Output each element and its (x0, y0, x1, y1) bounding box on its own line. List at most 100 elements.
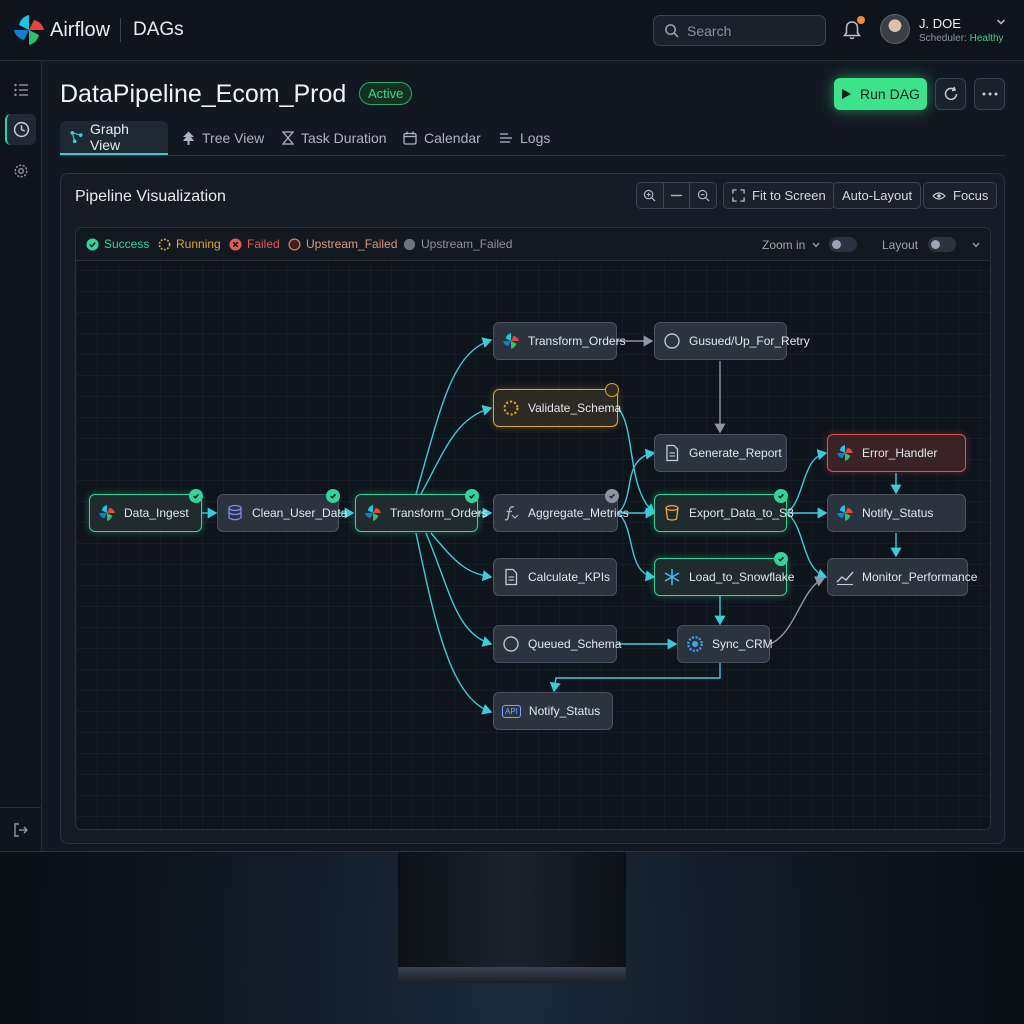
section-title[interactable]: DAGs (133, 19, 184, 41)
sidebar-item-logout[interactable] (5, 814, 36, 845)
tree-icon (183, 131, 194, 145)
queued-circle-icon (503, 636, 519, 652)
sidebar-item-settings[interactable] (5, 155, 36, 186)
run-dag-button[interactable]: Run DAG (834, 78, 927, 110)
task-node-clean-user-data[interactable]: Clean_User_Data (217, 494, 347, 532)
task-node-load-to-snowflake[interactable]: Load_to_Snowflake (654, 558, 794, 596)
tab-tree-view[interactable]: Tree View (172, 121, 274, 155)
tab-label: Graph View (90, 121, 129, 153)
brand-name[interactable]: Airflow (50, 19, 110, 42)
task-label: Export_Data_to_S3 (689, 506, 794, 520)
search-box[interactable] (653, 15, 826, 46)
task-node-sync-crm[interactable]: Sync_CRM (677, 625, 773, 663)
dag-title: DataPipeline_Ecom_Prod (60, 80, 347, 108)
document-icon (666, 444, 679, 462)
spinner-icon (503, 400, 519, 416)
scheduler-status-label: Scheduler: (919, 33, 967, 44)
success-check-icon (465, 489, 479, 503)
user-name[interactable]: J. DOE (919, 16, 961, 31)
focus-button[interactable]: Focus (923, 182, 998, 209)
task-node-data-ingest[interactable]: Data_Ingest (89, 494, 202, 532)
task-label: Queued_Schema (528, 637, 622, 651)
airflow-logo-icon[interactable] (12, 13, 46, 47)
task-node-transform-orders-top[interactable]: Transform_Orders (493, 322, 626, 360)
upstream-check-icon (605, 489, 619, 503)
running-indicator-icon (605, 383, 619, 397)
fit-to-screen-label: Fit to Screen (752, 188, 826, 203)
gear-icon (13, 163, 28, 178)
task-label: Monitor_Performance (862, 570, 978, 584)
hourglass-icon (282, 131, 294, 145)
zoom-controls (636, 182, 717, 209)
sidebar (0, 61, 42, 851)
tab-calendar[interactable]: Calendar (393, 121, 491, 155)
pipeline-panel: Pipeline Visualization Fit to Screen Aut… (60, 173, 1005, 844)
auto-layout-button[interactable]: Auto-Layout (833, 182, 922, 209)
fit-to-screen-button[interactable]: Fit to Screen (723, 182, 835, 209)
sidebar-item-history[interactable] (5, 114, 36, 145)
zoom-in-icon (644, 189, 656, 202)
document-icon (505, 568, 518, 586)
task-label: Transform_Orders (390, 506, 488, 520)
top-bar: Airflow DAGs J. DOE Scheduler: Healthy (0, 0, 1024, 61)
task-label: Notify_Status (528, 704, 601, 718)
task-node-monitor-performance[interactable]: Monitor_Performance (827, 558, 977, 596)
list-icon (13, 83, 28, 96)
dag-graph-canvas[interactable]: Success Running Failed Upstream_Failed U… (75, 227, 991, 830)
zoom-reset-button[interactable] (664, 183, 691, 208)
success-check-icon (774, 552, 788, 566)
airflow-pinwheel-icon (837, 445, 853, 461)
calendar-icon (403, 131, 417, 145)
tab-label: Calendar (424, 130, 481, 146)
tab-task-duration[interactable]: Task Duration (272, 121, 397, 155)
task-label: Gusued/Up_For_Retry (689, 334, 810, 348)
line-chart-icon (836, 571, 854, 586)
refresh-button[interactable] (935, 78, 966, 110)
chevron-down-icon[interactable] (996, 17, 1006, 27)
play-icon (842, 89, 852, 99)
panel-title: Pipeline Visualization (75, 188, 226, 205)
monitor-stand-foot (398, 967, 626, 983)
notification-dot (857, 16, 865, 24)
task-node-gusued-up-for-retry[interactable]: Gusued/Up_For_Retry (654, 322, 810, 360)
task-node-transform-orders[interactable]: Transform_Orders (355, 494, 488, 532)
zoom-out-button[interactable] (690, 183, 716, 208)
fit-screen-icon (732, 189, 745, 202)
run-dag-label: Run DAG (860, 86, 920, 102)
airflow-pinwheel-icon (99, 505, 115, 521)
logout-icon (13, 822, 28, 837)
task-node-export-data-to-s3[interactable]: Export_Data_to_S3 (654, 494, 794, 532)
task-label: Sync_CRM (712, 637, 773, 651)
tab-label: Tree View (202, 130, 265, 146)
user-avatar[interactable] (880, 14, 910, 44)
task-node-aggregate-metrics[interactable]: Aggregate_Metrics (493, 494, 629, 532)
search-input[interactable] (687, 22, 817, 39)
task-label: Aggregate_Metrics (528, 506, 629, 520)
snowflake-icon (664, 569, 680, 585)
task-node-notify-status-bottom[interactable]: API Notify_Status (493, 692, 613, 730)
logs-icon (500, 133, 512, 143)
search-icon (665, 24, 679, 38)
more-options-button[interactable] (974, 78, 1005, 110)
success-check-icon (774, 489, 788, 503)
tab-graph-view[interactable]: Graph View (60, 121, 168, 155)
graph-icon (70, 130, 83, 144)
tab-label: Logs (520, 130, 551, 146)
task-node-generate-report[interactable]: Generate_Report (654, 434, 787, 472)
task-label: Clean_User_Data (252, 506, 348, 520)
tab-logs[interactable]: Logs (489, 121, 560, 155)
airflow-pinwheel-icon (503, 333, 519, 349)
zoom-in-button[interactable] (637, 183, 664, 208)
task-label: Validate_Schema (528, 401, 622, 415)
task-node-notify-status-right[interactable]: Notify_Status (827, 494, 966, 532)
task-node-queued-schema[interactable]: Queued_Schema (493, 625, 621, 663)
top-divider (120, 18, 121, 42)
sidebar-item-list[interactable] (5, 74, 36, 105)
bucket-icon (665, 505, 679, 521)
sync-gear-icon (687, 636, 703, 652)
task-node-error-handler[interactable]: Error_Handler (827, 434, 966, 472)
task-node-calculate-kpis[interactable]: Calculate_KPIs (493, 558, 617, 596)
focus-label: Focus (953, 188, 989, 203)
task-node-validate-schema[interactable]: Validate_Schema (493, 389, 622, 427)
clock-icon (13, 121, 30, 138)
